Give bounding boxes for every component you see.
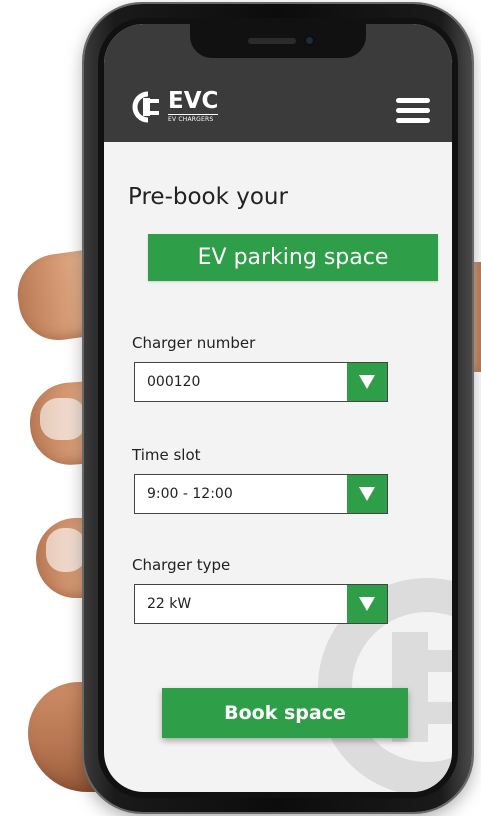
brand-logo[interactable]: EVC EV CHARGERS bbox=[132, 88, 219, 123]
chevron-down-icon[interactable] bbox=[347, 585, 387, 623]
camera-icon bbox=[304, 35, 315, 46]
headline-prebook: Pre-book your bbox=[128, 184, 288, 210]
time-slot-value: 9:00 - 12:00 bbox=[147, 486, 233, 502]
chevron-down-icon[interactable] bbox=[347, 475, 387, 513]
stage: EVC EV CHARGERS Pre-book your EV parking… bbox=[0, 0, 481, 816]
chevron-down-icon[interactable] bbox=[347, 363, 387, 401]
speaker-grille bbox=[248, 38, 296, 44]
charger-type-label: Charger type bbox=[132, 556, 231, 574]
time-slot-select[interactable]: 9:00 - 12:00 bbox=[134, 474, 388, 514]
book-space-button[interactable]: Book space bbox=[162, 688, 408, 738]
plug-logo-icon bbox=[132, 90, 166, 123]
fingernail-middle bbox=[40, 398, 86, 440]
time-slot-label: Time slot bbox=[132, 446, 201, 464]
phone-frame: EVC EV CHARGERS Pre-book your EV parking… bbox=[84, 4, 472, 812]
fingernail-ring bbox=[46, 528, 86, 572]
charger-number-value: 000120 bbox=[147, 374, 201, 390]
charger-type-value: 22 kW bbox=[147, 596, 192, 612]
phone-bezel: EVC EV CHARGERS Pre-book your EV parking… bbox=[98, 18, 458, 798]
logo-wordmark: EVC bbox=[168, 88, 219, 115]
charger-type-select[interactable]: 22 kW bbox=[134, 584, 388, 624]
charger-number-label: Charger number bbox=[132, 334, 256, 352]
logo-tagline: EV CHARGERS bbox=[168, 116, 214, 123]
booking-content: Pre-book your EV parking space Charger n… bbox=[104, 142, 452, 792]
phone-screen: EVC EV CHARGERS Pre-book your EV parking… bbox=[104, 24, 452, 792]
headline-parking-space: EV parking space bbox=[148, 234, 438, 281]
hamburger-menu-icon[interactable] bbox=[396, 98, 430, 124]
charger-number-select[interactable]: 000120 bbox=[134, 362, 388, 402]
phone-notch bbox=[190, 24, 366, 58]
